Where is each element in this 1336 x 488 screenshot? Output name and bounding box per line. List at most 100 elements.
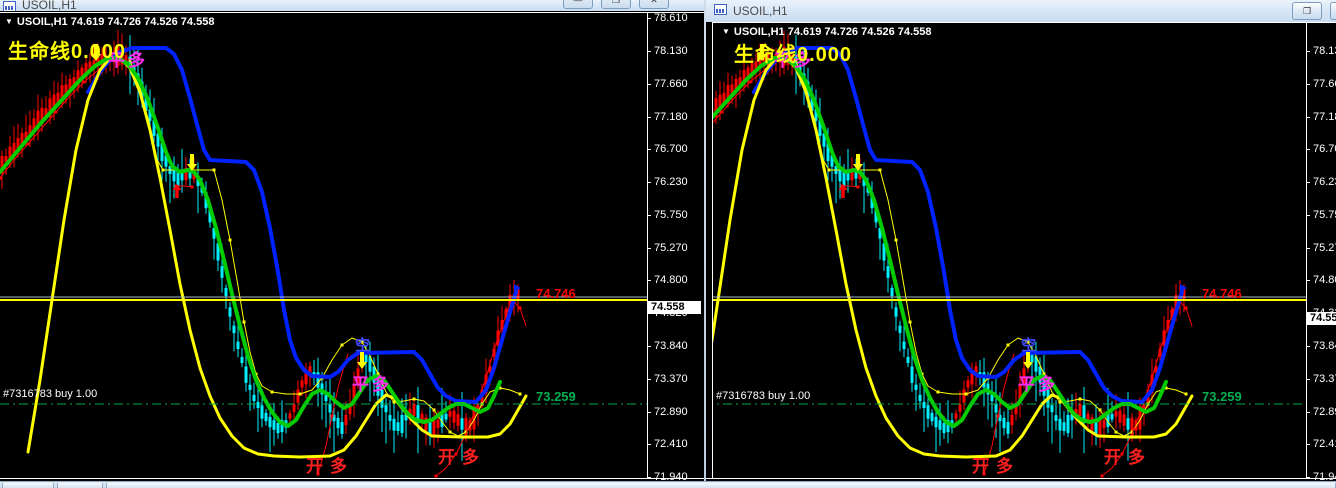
- axis-price-label: 72.890: [654, 406, 688, 418]
- svg-text:73.259: 73.259: [536, 389, 576, 404]
- axis-price-label: 71.940: [1313, 471, 1336, 481]
- axis-tick: [647, 379, 651, 380]
- axis-tick: [1306, 215, 1310, 216]
- chart-window-left[interactable]: USOIL,H1 — ❐ ✕ 平多空平多 开多 开多 74.746 73.259 ▼ US…: [0, 0, 704, 481]
- svg-text:平多: 平多: [352, 374, 392, 394]
- axis-tick: [647, 182, 651, 183]
- current-price-box: 74.558: [648, 301, 701, 314]
- price-axis-left[interactable]: 78.610 78.130 77.660 77.180 76.700 76.230 75.7…: [647, 11, 704, 481]
- axis-tick: [1306, 346, 1310, 347]
- svg-text:开多: 开多: [1104, 447, 1152, 467]
- symbol-dropdown-icon[interactable]: ▼: [722, 27, 730, 36]
- axis-price-label: 76.230: [654, 176, 688, 188]
- axis-tick: [1306, 379, 1310, 380]
- axis-tick: [647, 444, 651, 445]
- axis-tick: [647, 84, 651, 85]
- window-title: USOIL,H1: [733, 4, 788, 18]
- axis-price-label: 71.940: [654, 471, 688, 481]
- svg-text:开多: 开多: [306, 456, 354, 476]
- chart-canvas-left[interactable]: 平多空平多 开多 开多 74.746 73.259 ▼ USOIL,H1 74.619 7…: [0, 11, 704, 481]
- axis-tick: [1306, 412, 1310, 413]
- axis-price-label: 76.700: [654, 143, 688, 155]
- axis-price-label: 73.840: [654, 340, 688, 352]
- axis-price-label: 75.270: [1313, 242, 1336, 254]
- chart-canvas-right[interactable]: 平多空平多 开多 开多 74.746 73.259 ▼ USOIL,H1 74.619 7…: [706, 22, 1336, 481]
- chart-window-right[interactable]: USOIL,H1 ❐ ✕ 平多空平多开多开多74.74673.259 ▼USOI…: [706, 0, 1336, 481]
- axis-price-label: 73.370: [1313, 373, 1336, 385]
- axis-tick: [647, 248, 651, 249]
- candlestick-chart-left[interactable]: 平多空平多开多 开多74.74673.259: [0, 12, 647, 478]
- svg-text:空: 空: [1021, 336, 1036, 354]
- axis-price-label: 75.750: [654, 209, 688, 221]
- plot-border-left: [712, 22, 713, 478]
- axis-tick: [647, 412, 651, 413]
- axis-price-label: 73.840: [1313, 340, 1336, 352]
- open-order-label: #7316783 buy 1.00: [716, 390, 811, 402]
- axis-price-label: 77.660: [654, 78, 688, 90]
- svg-text:74.746: 74.746: [1202, 286, 1242, 301]
- axis-price-label: 72.410: [1313, 438, 1336, 450]
- axis-tick: [647, 280, 651, 281]
- axis-price-label: 78.130: [654, 45, 688, 57]
- axis-price-label: 78.130: [1313, 45, 1336, 57]
- candlestick-chart-right[interactable]: 平多空平多开多 开多74.74673.259: [712, 22, 1306, 478]
- plot-border-bottom: [706, 478, 1336, 479]
- axis-price-label: 72.410: [654, 438, 688, 450]
- axis-tick: [647, 346, 651, 347]
- minimized-window-edge[interactable]: [106, 483, 1336, 488]
- close-button[interactable]: ✕: [639, 0, 669, 9]
- svg-text:73.259: 73.259: [1202, 389, 1242, 404]
- axis-price-label: 77.180: [1313, 111, 1336, 123]
- axis-tick: [1306, 51, 1310, 52]
- lifeline-indicator-label: 生命线0.000: [8, 41, 127, 63]
- current-price-box: 74.558: [1307, 312, 1336, 325]
- axis-tick: [1306, 280, 1310, 281]
- lifeline-indicator-label: 生命线0.000: [734, 44, 853, 66]
- close-button[interactable]: ✕: [1330, 2, 1336, 20]
- restore-button[interactable]: ❐: [1292, 2, 1322, 20]
- open-order-label: #7316783 buy 1.00: [3, 388, 98, 400]
- symbol-dropdown-icon[interactable]: ▼: [5, 17, 13, 26]
- axis-price-label: 74.800: [654, 274, 688, 286]
- axis-price-label: 77.180: [654, 111, 688, 123]
- plot-border-top: [712, 22, 1336, 23]
- axis-price-label: 74.800: [1313, 274, 1336, 286]
- axis-tick: [1306, 182, 1310, 183]
- price-axis-right[interactable]: 78.130 77.660 77.180 76.700 76.230 75.750 75.2…: [1306, 22, 1336, 481]
- plot-border-top: [0, 12, 704, 13]
- minimized-window-edge[interactable]: [57, 483, 103, 488]
- axis-tick: [647, 18, 651, 19]
- axis-tick: [1306, 444, 1310, 445]
- mdi-workspace: { "windows": { "left": { "title": "USOIL…: [0, 0, 1336, 488]
- axis-tick: [647, 149, 651, 150]
- chart-window-icon: [714, 4, 727, 15]
- ohlc-info-line: ▼ USOIL,H1 74.619 74.726 74.526 74.558: [722, 26, 932, 38]
- axis-price-label: 73.370: [654, 373, 688, 385]
- axis-price-label: 75.750: [1313, 209, 1336, 221]
- axis-tick: [647, 215, 651, 216]
- svg-text:开多: 开多: [438, 447, 486, 467]
- axis-tick: [647, 51, 651, 52]
- axis-price-label: 76.700: [1313, 143, 1336, 155]
- minimized-window-edge[interactable]: [2, 483, 54, 488]
- svg-text:平多: 平多: [1018, 374, 1058, 394]
- axis-tick: [1306, 149, 1310, 150]
- minimize-button[interactable]: —: [563, 0, 593, 9]
- axis-tick: [647, 477, 651, 478]
- axis-price-label: 72.890: [1313, 406, 1336, 418]
- axis-price-label: 76.230: [1313, 176, 1336, 188]
- svg-text:74.746: 74.746: [536, 286, 576, 301]
- axis-tick: [1306, 117, 1310, 118]
- axis-price-label: 77.660: [1313, 78, 1336, 90]
- axis-price-label: 75.270: [654, 242, 688, 254]
- svg-text:空: 空: [355, 336, 370, 354]
- ohlc-info-line: ▼ USOIL,H1 74.619 74.726 74.526 74.558: [5, 16, 215, 28]
- restore-button[interactable]: ❐: [601, 0, 631, 9]
- axis-tick: [647, 117, 651, 118]
- window-titlebar-right[interactable]: USOIL,H1 ❐ ✕: [706, 0, 1336, 23]
- plot-border-bottom: [0, 478, 704, 479]
- svg-text:开多: 开多: [972, 456, 1020, 476]
- axis-tick: [1306, 248, 1310, 249]
- axis-price-label: 78.610: [654, 12, 688, 24]
- axis-tick: [1306, 477, 1310, 478]
